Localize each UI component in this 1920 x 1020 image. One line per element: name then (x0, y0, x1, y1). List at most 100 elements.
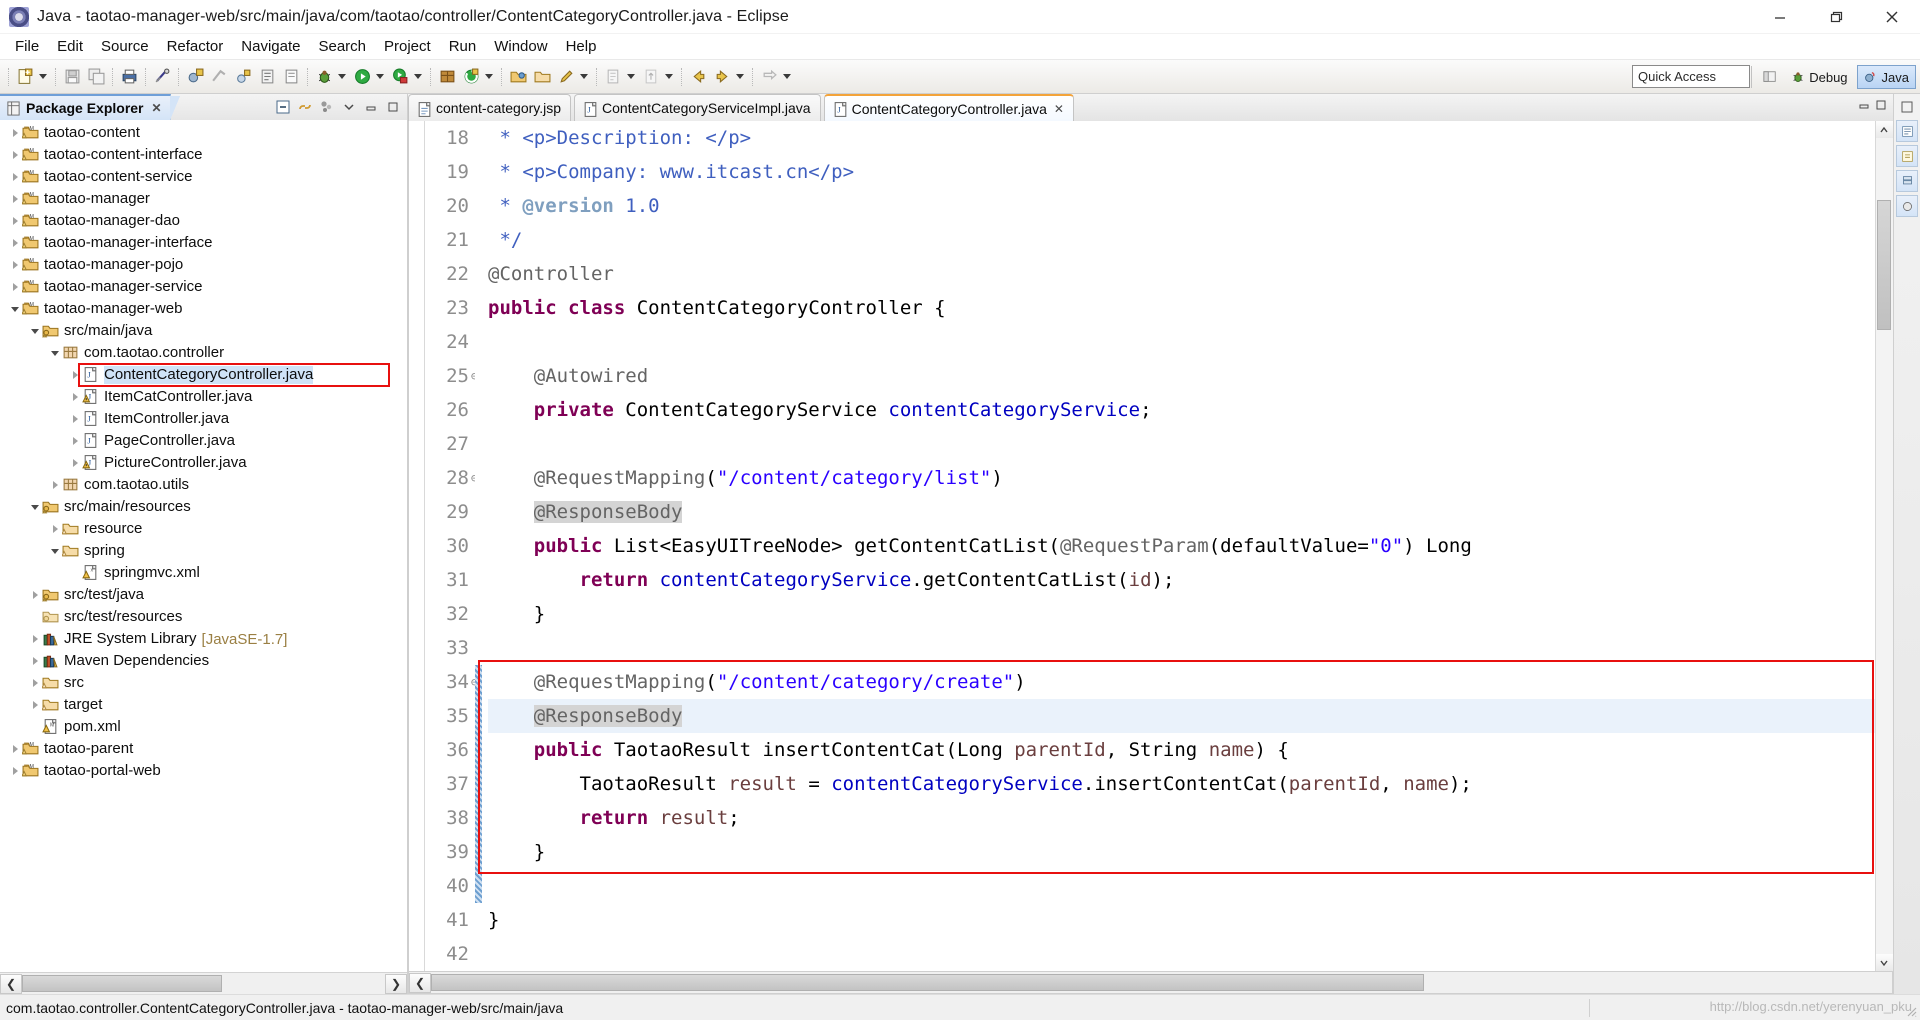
tree-item-contentcategorycontroller-java[interactable]: J ContentCategoryController.java (0, 364, 407, 386)
tree-item-com-taotao-controller[interactable]: com.taotao.controller (0, 342, 407, 364)
expand-arrow-icon[interactable] (8, 188, 22, 210)
search-dropdown-icon[interactable] (578, 65, 590, 89)
menu-edit[interactable]: Edit (48, 36, 92, 57)
save-icon[interactable] (61, 65, 83, 89)
perspective-debug[interactable]: Debug (1784, 65, 1854, 89)
menu-refactor[interactable]: Refactor (158, 36, 233, 57)
menu-search[interactable]: Search (309, 36, 375, 57)
project-tree[interactable]: Mtaotao-content Mtaotao-content-interface… (0, 120, 407, 972)
maximize-icon[interactable] (1874, 98, 1888, 117)
filters-icon[interactable] (317, 97, 337, 117)
code-line[interactable] (488, 937, 1875, 971)
tree-item-taotao-content-service[interactable]: Mtaotao-content-service (0, 166, 407, 188)
print-icon[interactable] (118, 65, 140, 89)
last-edit-icon[interactable] (758, 65, 780, 89)
tree-item-com-taotao-utils[interactable]: com.taotao.utils (0, 474, 407, 496)
expand-arrow-icon[interactable] (68, 452, 82, 474)
tree-item-taotao-content[interactable]: Mtaotao-content (0, 122, 407, 144)
expand-arrow-icon[interactable] (28, 694, 42, 716)
editor-tab-contentcategorycontroller-java[interactable]: J ContentCategoryController.java ✕ (823, 94, 1074, 121)
tab-package-explorer[interactable]: Package Explorer ✕ (0, 94, 180, 120)
forward-dropdown-icon[interactable] (734, 65, 746, 89)
code-line[interactable]: @RequestMapping("/content/category/creat… (488, 665, 1875, 699)
tree-item-jre-system-library[interactable]: JRE System Library [JavaSE-1.7] (0, 628, 407, 650)
expand-arrow-icon[interactable] (68, 386, 82, 408)
servers-view-icon[interactable] (1896, 170, 1918, 192)
new-class-icon[interactable] (232, 65, 254, 89)
code-line[interactable]: @Controller (488, 257, 1875, 291)
mark-occurrences-icon[interactable] (151, 65, 173, 89)
editor-vscrollbar[interactable] (1875, 121, 1893, 971)
expand-arrow-icon[interactable] (68, 364, 82, 386)
open-type-icon[interactable] (256, 65, 278, 89)
code-line[interactable]: } (488, 597, 1875, 631)
expand-arrow-icon[interactable] (8, 166, 22, 188)
markers-view-icon[interactable] (1896, 195, 1918, 217)
new-java-project-icon[interactable] (184, 65, 206, 89)
maximize-button[interactable] (1808, 0, 1864, 34)
coverage-dropdown-icon[interactable] (412, 65, 424, 89)
expand-arrow-icon[interactable] (8, 210, 22, 232)
perspective-java[interactable]: Java (1856, 65, 1916, 89)
code-line[interactable]: @ResponseBody (488, 699, 1875, 733)
expand-arrow-icon[interactable] (8, 738, 22, 760)
code-line[interactable]: @Autowired (488, 359, 1875, 393)
expand-arrow-icon[interactable] (8, 760, 22, 782)
editor-marker-bar[interactable] (409, 121, 425, 971)
code-line[interactable]: } (488, 835, 1875, 869)
tree-item-taotao-parent[interactable]: Mtaotao-parent (0, 738, 407, 760)
tree-item-target[interactable]: target (0, 694, 407, 716)
view-menu-icon[interactable] (339, 97, 359, 117)
expand-arrow-icon[interactable] (68, 430, 82, 452)
tree-item-itemcontroller-java[interactable]: J ItemController.java (0, 408, 407, 430)
code-line[interactable] (488, 869, 1875, 903)
tree-item-src-main-java[interactable]: src/main/java (0, 320, 407, 342)
editor-scroll-left-icon[interactable]: ❮ (409, 972, 431, 993)
external-tools-dropdown-icon[interactable] (483, 65, 495, 89)
open-resource-icon[interactable] (531, 65, 553, 89)
code-line[interactable]: return contentCategoryService.getContent… (488, 563, 1875, 597)
run-dropdown-icon[interactable] (374, 65, 386, 89)
close-button[interactable] (1864, 0, 1920, 34)
explorer-hscrollbar[interactable]: ❮ ❯ (0, 972, 407, 994)
expand-arrow-icon[interactable] (48, 518, 62, 540)
search-pencil-icon[interactable] (555, 65, 577, 89)
code-line[interactable]: TaotaoResult result = contentCategorySer… (488, 767, 1875, 801)
tree-item-taotao-manager-pojo[interactable]: Mtaotao-manager-pojo (0, 254, 407, 276)
maven-icon[interactable] (436, 65, 458, 89)
expand-arrow-icon[interactable] (8, 276, 22, 298)
code-line[interactable]: private ContentCategoryService contentCa… (488, 393, 1875, 427)
tree-item-itemcatcontroller-java[interactable]: J ItemCatController.java (0, 386, 407, 408)
tree-item-src-test-java[interactable]: src/test/java (0, 584, 407, 606)
previous-annotation-icon[interactable] (640, 65, 662, 89)
editor-tab-content-category-jsp[interactable]: content-category.jsp (408, 94, 572, 121)
next-annotation-dropdown-icon[interactable] (625, 65, 637, 89)
tree-item-src-main-resources[interactable]: src/main/resources (0, 496, 407, 518)
menu-source[interactable]: Source (92, 36, 158, 57)
open-task-icon[interactable] (280, 65, 302, 89)
close-icon[interactable]: ✕ (1054, 102, 1064, 116)
editor-hscroll-thumb[interactable] (431, 973, 1425, 991)
back-arrow-icon[interactable] (687, 65, 709, 89)
expand-arrow-icon[interactable] (28, 584, 42, 606)
tree-item-picturecontroller-java[interactable]: J PictureController.java (0, 452, 407, 474)
last-edit-dropdown-icon[interactable] (781, 65, 793, 89)
collapse-arrow-icon[interactable] (48, 540, 62, 562)
expand-arrow-icon[interactable] (28, 628, 42, 650)
tree-item-taotao-portal-web[interactable]: Mtaotao-portal-web (0, 760, 407, 782)
expand-arrow-icon[interactable] (8, 254, 22, 276)
editor-tab-contentcategoryserviceimpl-java[interactable]: J ContentCategoryServiceImpl.java (574, 94, 821, 121)
menu-window[interactable]: Window (485, 36, 556, 57)
new-package-icon[interactable] (208, 65, 230, 89)
outline-view-icon[interactable] (1896, 120, 1918, 142)
collapse-arrow-icon[interactable] (48, 342, 62, 364)
expand-arrow-icon[interactable] (68, 408, 82, 430)
debug-icon[interactable] (313, 65, 335, 89)
code-editor[interactable]: 18 19 20 21 22 23 24 25⊖ 26 27 28⊖ 29 30 31 32 33 34⊖ 35 3… (408, 121, 1893, 972)
coverage-icon[interactable] (389, 65, 411, 89)
tree-item-taotao-content-interface[interactable]: Mtaotao-content-interface (0, 144, 407, 166)
quick-access-input[interactable]: Quick Access (1632, 65, 1750, 88)
expand-arrow-icon[interactable] (8, 144, 22, 166)
menu-file[interactable]: File (6, 36, 48, 57)
minimize-icon[interactable] (361, 97, 381, 117)
